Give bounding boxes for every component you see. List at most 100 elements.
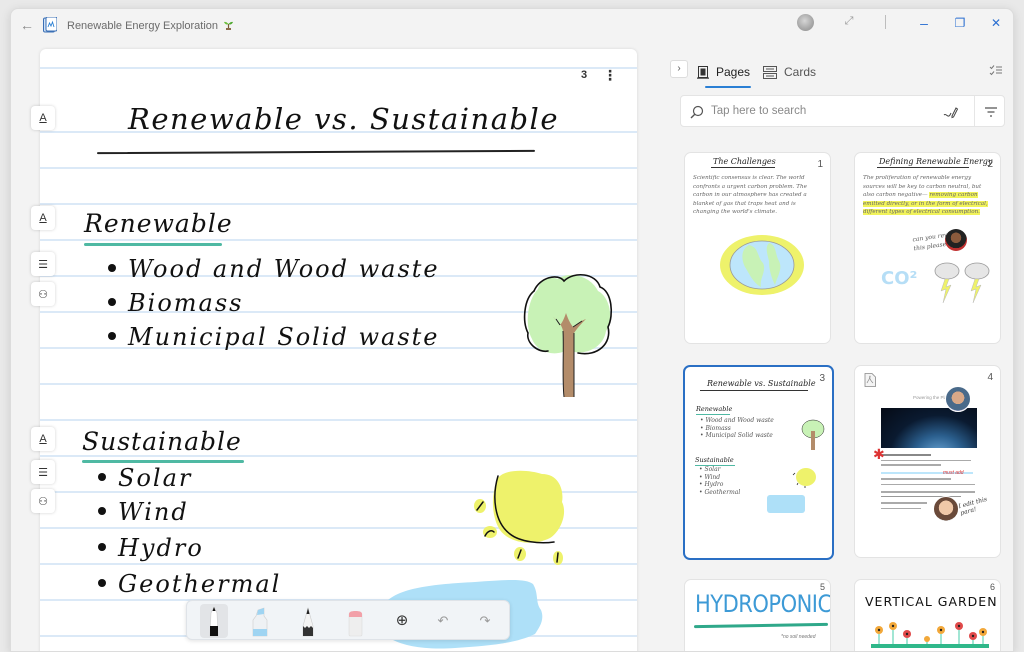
- page-thumbnail-5[interactable]: 5 HYDROPONICS *no soil needed: [684, 579, 831, 651]
- page-thumbnail-6[interactable]: 6 VERTICAL GARDEN: [854, 579, 1001, 651]
- sun-drawing[interactable]: [470, 466, 582, 576]
- earth-drawing: [720, 235, 804, 295]
- search-icon: [690, 105, 704, 119]
- text-format-button[interactable]: A: [31, 106, 55, 130]
- thumbnail-item-text: Geothermal: [704, 488, 741, 496]
- pencil-tool[interactable]: [294, 604, 322, 638]
- active-tab-indicator: [705, 86, 751, 88]
- list-format-button[interactable]: ☰: [31, 252, 55, 276]
- page-thumbnail-number: 1: [817, 159, 823, 170]
- restore-button[interactable]: ❐: [945, 11, 975, 35]
- tab-cards[interactable]: Cards: [763, 61, 816, 83]
- user-avatar[interactable]: [797, 14, 814, 31]
- page-thumbnail-4[interactable]: 4 Powering the Planet must add ✱ I edit …: [854, 365, 1001, 558]
- list-item[interactable]: Solar: [98, 464, 192, 492]
- fullscreen-button[interactable]: ⤢: [841, 15, 857, 31]
- ink-toolbar: ⊕ ↶ ↷: [186, 600, 510, 640]
- highlighter-tool[interactable]: [246, 604, 274, 638]
- pages-panel: › Pages Cards Tap here to search 1 The C…: [659, 49, 1013, 651]
- search-box: [680, 95, 1005, 127]
- title-underline: [711, 167, 775, 168]
- tab-pages[interactable]: Pages: [697, 61, 750, 83]
- select-pages-button[interactable]: [989, 64, 1003, 78]
- text-line: [881, 483, 975, 485]
- shapes-icon: ⚇: [38, 288, 48, 301]
- list-item-text: Municipal Solid waste: [128, 323, 440, 351]
- list-item[interactable]: Geothermal: [98, 570, 281, 598]
- add-button[interactable]: ⊕: [392, 611, 412, 631]
- back-button[interactable]: ←: [19, 17, 35, 33]
- tree-drawing[interactable]: [518, 269, 618, 404]
- thumbnail-heading: Renewable: [696, 405, 733, 413]
- note-canvas[interactable]: 3 ⋮ Renewable vs. Sustainable Renewable …: [40, 49, 637, 651]
- tab-cards-label: Cards: [784, 65, 817, 79]
- section-heading-sustainable[interactable]: Sustainable: [82, 427, 242, 456]
- redo-button[interactable]: ↷: [475, 611, 495, 631]
- page-thumbnail-title: Defining Renewable Energy: [879, 157, 993, 166]
- list-item-text: Biomass: [128, 289, 244, 317]
- sun-drawing-thumbnail: [792, 468, 816, 488]
- thumbnail-item-text: Wood and Wood waste: [705, 417, 774, 424]
- window-title-text: Renewable Energy Exploration: [67, 20, 219, 32]
- app-window: ← Renewable Energy Exploration ⤢ – ❐ ✕ 3…: [10, 8, 1014, 652]
- thumbnail-list-item: • Wind: [699, 473, 721, 481]
- page-thumbnail-text: The proliferation of renewable energy so…: [863, 174, 991, 217]
- list-item-text: Hydro: [118, 534, 204, 562]
- list-item-text: Geothermal: [118, 570, 282, 598]
- collapse-panel-button[interactable]: ›: [670, 60, 688, 78]
- title-underline: [693, 622, 829, 629]
- text-line: [881, 454, 931, 456]
- page-thumbnail-1[interactable]: 1 The Challenges Scientific consensus is…: [684, 152, 831, 344]
- pen-tool[interactable]: [200, 604, 228, 638]
- list-item[interactable]: Hydro: [98, 534, 204, 562]
- bullet: [108, 264, 116, 272]
- list-item[interactable]: Municipal Solid waste: [108, 323, 440, 351]
- text-line: [881, 502, 927, 504]
- page-thumbnail-number: 3: [819, 373, 825, 384]
- shapes-button[interactable]: ⚇: [31, 489, 55, 513]
- page-thumbnail-title: The Challenges: [713, 157, 776, 166]
- list-format-button[interactable]: ☰: [31, 460, 55, 484]
- more-vertical-icon: ⋮: [603, 67, 617, 83]
- list-item[interactable]: Wind: [98, 498, 189, 526]
- pages-icon: [697, 65, 709, 79]
- undo-button[interactable]: ↶: [433, 611, 453, 631]
- shapes-button[interactable]: ⚇: [31, 282, 55, 306]
- thumbnail-item-text: Solar: [704, 466, 721, 473]
- page-title[interactable]: Renewable vs. Sustainable: [128, 102, 559, 136]
- title-underline: [877, 167, 969, 168]
- ink-search-icon[interactable]: [943, 104, 959, 120]
- text-format-button[interactable]: A: [31, 206, 55, 230]
- close-button[interactable]: ✕: [981, 11, 1011, 35]
- section-heading-renewable[interactable]: Renewable: [84, 209, 233, 238]
- title-underline: [700, 390, 808, 391]
- page-more-button[interactable]: ⋮: [603, 66, 617, 84]
- text-line: [881, 507, 921, 509]
- text-line: [881, 459, 971, 461]
- storm-clouds-drawing: [934, 262, 990, 304]
- text-line: [881, 478, 951, 480]
- earth-photo: [881, 408, 977, 448]
- app-logo-icon: [43, 17, 57, 33]
- filter-icon[interactable]: [983, 104, 999, 120]
- text-format-icon: A: [39, 433, 47, 445]
- list-item[interactable]: Biomass: [108, 289, 243, 317]
- add-circle-icon: ⊕: [395, 612, 409, 629]
- search-input[interactable]: [711, 96, 941, 126]
- close-icon: ✕: [990, 16, 1002, 30]
- minimize-button[interactable]: –: [909, 11, 939, 35]
- thumbnail-list-item: • Biomass: [700, 424, 731, 432]
- page-thumbnail-2[interactable]: 2 Defining Renewable Energy The prolifer…: [854, 152, 1001, 344]
- pdf-icon: [864, 373, 876, 387]
- pencil-icon: [302, 606, 314, 637]
- search-divider: [974, 96, 975, 126]
- page-thumbnail-3[interactable]: 3 Renewable vs. Sustainable Renewable • …: [683, 365, 834, 560]
- eraser-tool[interactable]: [341, 604, 369, 638]
- text-format-button[interactable]: A: [31, 427, 55, 451]
- page-thumbnail-number: 6: [989, 582, 995, 592]
- page-thumbnail-note: *no soil needed: [781, 634, 816, 640]
- heading-underline: [82, 460, 244, 463]
- minimize-icon: –: [920, 15, 928, 31]
- list-item[interactable]: Wood and Wood waste: [108, 255, 440, 283]
- highlighter-icon: [252, 607, 268, 637]
